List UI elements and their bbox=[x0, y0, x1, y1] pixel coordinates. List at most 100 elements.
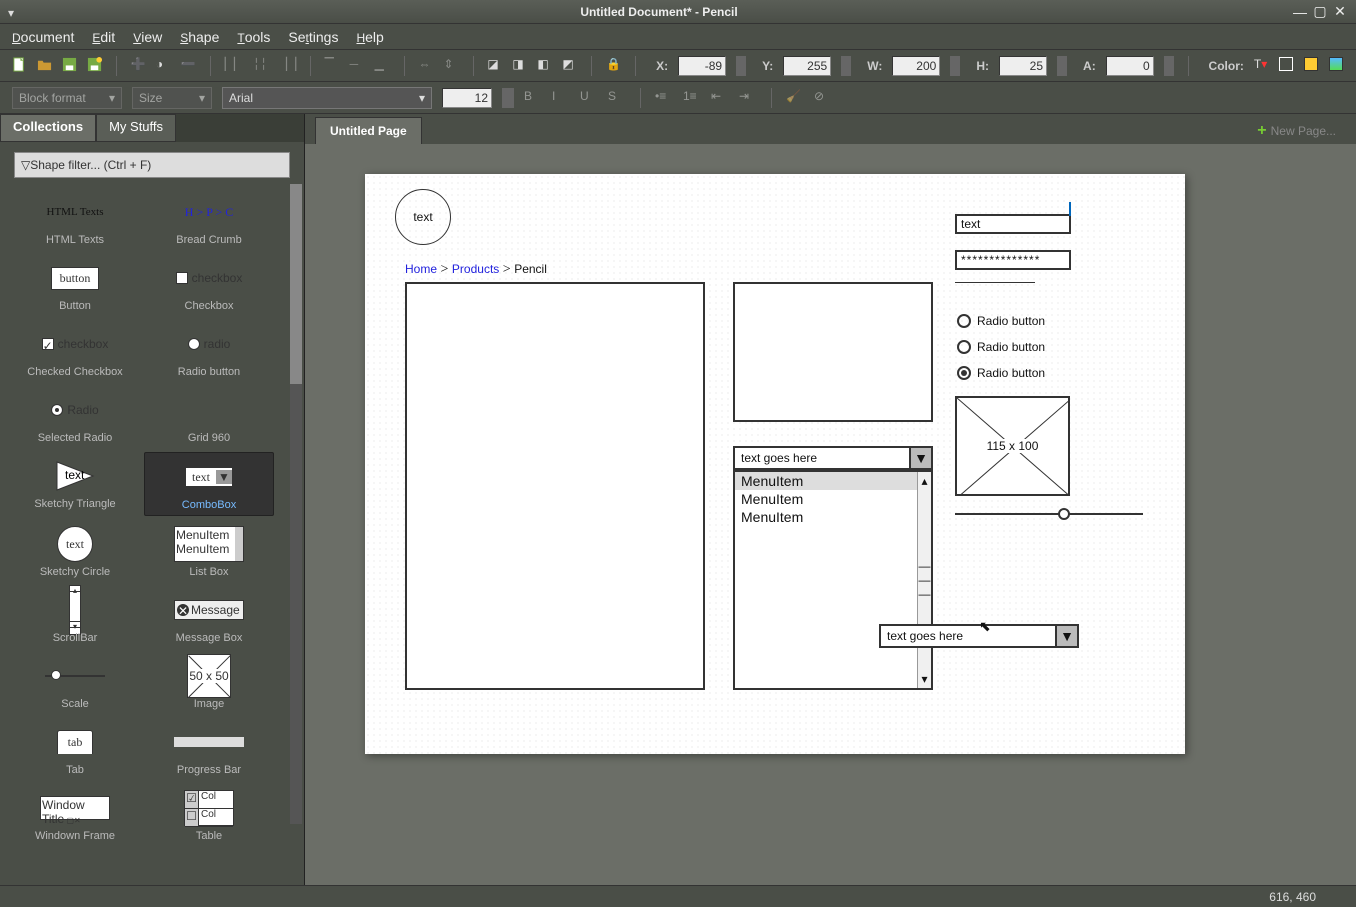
canvas-listbox[interactable]: MenuItem MenuItem MenuItem ▴———▾ bbox=[733, 470, 933, 690]
stroke-color-icon[interactable] bbox=[1279, 57, 1294, 75]
sidebar-scrollbar[interactable] bbox=[290, 184, 302, 824]
shape-progressbar[interactable]: Progress Bar bbox=[144, 718, 274, 780]
outdent-icon[interactable]: ⇤ bbox=[711, 89, 729, 107]
shape-filter-input[interactable]: ▽ Shape filter... (Ctrl + F) bbox=[14, 152, 290, 178]
align-left-icon[interactable]: ▏▏ bbox=[225, 57, 243, 75]
canvas-rect-large[interactable] bbox=[405, 282, 705, 690]
new-page-button[interactable]: +New Page... bbox=[1247, 118, 1346, 144]
gradient-icon[interactable] bbox=[1329, 57, 1344, 75]
canvas-radio-2[interactable]: Radio button bbox=[957, 340, 1045, 354]
menu-edit[interactable]: Edit bbox=[92, 29, 115, 45]
indent-icon[interactable]: ⇥ bbox=[739, 89, 757, 107]
shape-breadcrumb[interactable]: H > P > CBread Crumb bbox=[144, 188, 274, 250]
align-middle-icon[interactable]: ─ bbox=[350, 57, 365, 75]
y-spinner[interactable] bbox=[841, 56, 851, 76]
y-input[interactable] bbox=[783, 56, 831, 76]
canvas-circle[interactable]: text bbox=[395, 189, 451, 245]
page-surface[interactable]: text Home > Products > Pencil text *****… bbox=[365, 174, 1185, 754]
remove-link-icon[interactable]: ⊘ bbox=[814, 89, 832, 107]
list-bullet-icon[interactable]: •≡ bbox=[655, 89, 673, 107]
menu-document[interactable]: Document bbox=[12, 29, 74, 45]
a-input[interactable] bbox=[1106, 56, 1154, 76]
bring-front-icon[interactable]: ◪ bbox=[487, 57, 502, 75]
font-combo[interactable]: Arial▾ bbox=[222, 87, 432, 109]
block-format-combo[interactable]: Block format▾ bbox=[12, 87, 122, 109]
list-number-icon[interactable]: 1≡ bbox=[683, 89, 701, 107]
zoom-in-icon[interactable]: ➕ bbox=[131, 57, 146, 75]
shape-checkbox[interactable]: checkboxCheckbox bbox=[144, 254, 274, 316]
h-spinner[interactable] bbox=[1057, 56, 1067, 76]
shape-listbox[interactable]: MenuItemMenuItemList Box bbox=[144, 520, 274, 582]
canvas-rect-small[interactable] bbox=[733, 282, 933, 422]
shape-grid960[interactable]: Grid 960 bbox=[144, 386, 274, 448]
zoom-reset-icon[interactable]: ◑ bbox=[156, 57, 171, 75]
shape-html-texts[interactable]: HTML TextsHTML Texts bbox=[10, 188, 140, 250]
bring-forward-icon[interactable]: ◨ bbox=[512, 57, 527, 75]
italic-icon[interactable]: I bbox=[552, 89, 570, 107]
shape-checked-checkbox[interactable]: ✓checkboxChecked Checkbox bbox=[10, 320, 140, 382]
canvas-slider[interactable] bbox=[955, 508, 1070, 520]
menu-help[interactable]: Help bbox=[356, 29, 383, 45]
bold-icon[interactable]: B bbox=[524, 89, 542, 107]
maximize-button[interactable]: ▢ bbox=[1312, 4, 1328, 20]
canvas-line[interactable] bbox=[955, 282, 1035, 283]
align-right-icon[interactable]: ▕▕ bbox=[278, 57, 296, 75]
open-icon[interactable] bbox=[37, 57, 52, 75]
shape-tab[interactable]: tabTab bbox=[10, 718, 140, 780]
menu-view[interactable]: View bbox=[133, 29, 162, 45]
page-tab-untitled[interactable]: Untitled Page bbox=[315, 117, 422, 144]
shape-image[interactable]: 50 x 50Image bbox=[144, 652, 274, 714]
shape-window-frame[interactable]: Window Title ▢✕Windown Frame bbox=[10, 784, 140, 846]
clear-format-icon[interactable]: 🧹 bbox=[786, 89, 804, 107]
shape-scale[interactable]: Scale bbox=[10, 652, 140, 714]
new-icon[interactable] bbox=[12, 57, 27, 75]
canvas-radio-3[interactable]: Radio button bbox=[957, 366, 1045, 380]
tab-mystuffs[interactable]: My Stuffs bbox=[96, 114, 176, 142]
w-spinner[interactable] bbox=[950, 56, 960, 76]
lock-icon[interactable]: 🔒 bbox=[606, 57, 621, 75]
tab-collections[interactable]: Collections bbox=[0, 114, 96, 142]
text-color-icon[interactable]: T▾ bbox=[1254, 57, 1269, 75]
shape-scrollbar[interactable]: ▴▾ScrollBar bbox=[10, 586, 140, 648]
canvas-password[interactable]: ************** bbox=[955, 250, 1071, 270]
same-width-icon[interactable]: ⇔ bbox=[418, 57, 433, 75]
menu-tools[interactable]: Tools bbox=[237, 29, 270, 45]
save-icon[interactable] bbox=[62, 57, 77, 75]
menu-settings[interactable]: Settings bbox=[288, 29, 338, 45]
canvas-combobox[interactable]: text goes here▼ bbox=[733, 446, 933, 470]
close-button[interactable]: ✕ bbox=[1332, 4, 1348, 20]
align-top-icon[interactable]: ▔ bbox=[325, 57, 340, 75]
canvas-image-placeholder[interactable]: 115 x 100 bbox=[955, 396, 1070, 496]
canvas[interactable]: text Home > Products > Pencil text *****… bbox=[305, 144, 1356, 885]
underline-icon[interactable]: U bbox=[580, 89, 598, 107]
send-backward-icon[interactable]: ◧ bbox=[537, 57, 552, 75]
strike-icon[interactable]: S bbox=[608, 89, 626, 107]
shape-table[interactable]: ☑Col☐ColTable bbox=[144, 784, 274, 846]
shape-selected-radio[interactable]: RadioSelected Radio bbox=[10, 386, 140, 448]
x-spinner[interactable] bbox=[736, 56, 746, 76]
listbox-scrollbar[interactable]: ▴———▾ bbox=[917, 472, 931, 688]
save-as-icon[interactable] bbox=[87, 57, 102, 75]
x-input[interactable] bbox=[678, 56, 726, 76]
align-center-icon[interactable]: ╎╎ bbox=[253, 57, 268, 75]
canvas-breadcrumb[interactable]: Home > Products > Pencil bbox=[405, 262, 547, 278]
font-size-spinner[interactable] bbox=[502, 88, 514, 108]
same-height-icon[interactable]: ⇕ bbox=[444, 57, 459, 75]
font-size-input[interactable] bbox=[442, 88, 492, 108]
a-spinner[interactable] bbox=[1164, 56, 1174, 76]
canvas-radio-1[interactable]: Radio button bbox=[957, 314, 1045, 328]
shape-sketchy-circle[interactable]: textSketchy Circle bbox=[10, 520, 140, 582]
shape-messagebox[interactable]: ✕MessageMessage Box bbox=[144, 586, 274, 648]
send-back-icon[interactable]: ◩ bbox=[562, 57, 577, 75]
align-bottom-icon[interactable]: ▁ bbox=[375, 57, 390, 75]
shape-button[interactable]: buttonButton bbox=[10, 254, 140, 316]
menu-shape[interactable]: Shape bbox=[180, 29, 219, 45]
w-input[interactable] bbox=[892, 56, 940, 76]
shape-radio[interactable]: radioRadio button bbox=[144, 320, 274, 382]
minimize-button[interactable]: — bbox=[1292, 4, 1308, 20]
app-menu-icon[interactable]: ▾ bbox=[8, 6, 20, 18]
size-combo[interactable]: Size▾ bbox=[132, 87, 212, 109]
zoom-out-icon[interactable]: ➖ bbox=[181, 57, 196, 75]
fill-color-icon[interactable] bbox=[1304, 57, 1319, 75]
shape-combobox[interactable]: text▼ComboBox bbox=[144, 452, 274, 516]
